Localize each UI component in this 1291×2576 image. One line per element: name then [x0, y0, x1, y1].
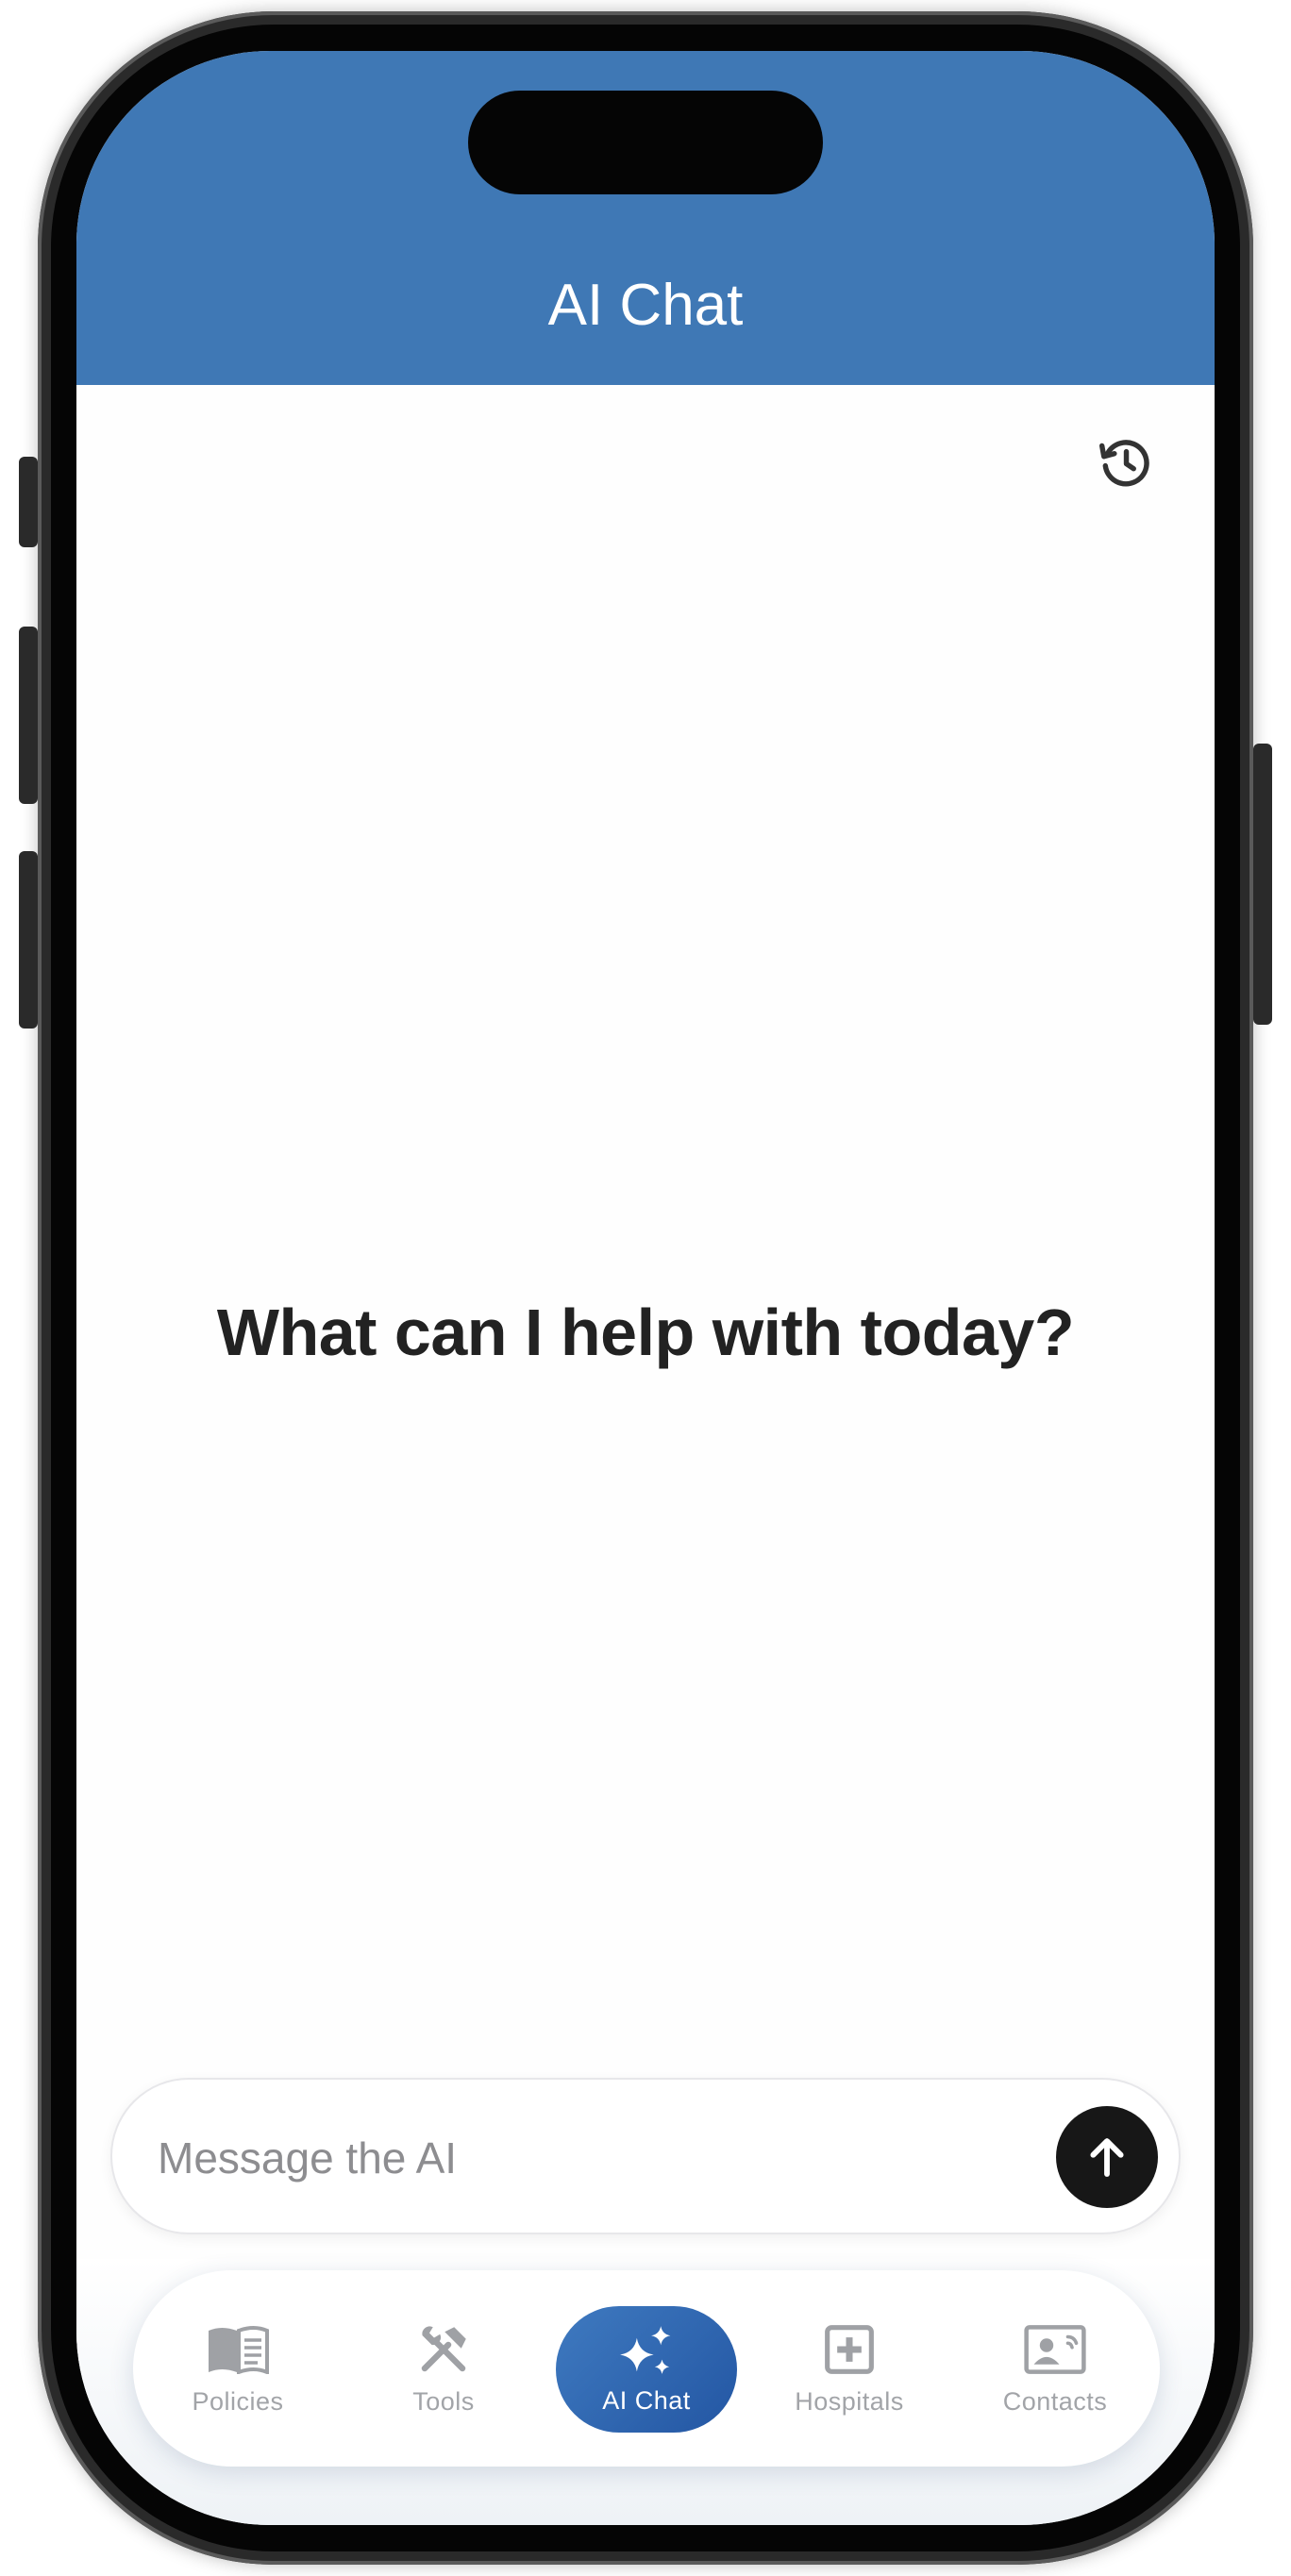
book-icon — [204, 2321, 272, 2378]
tab-label: Contacts — [1002, 2386, 1108, 2416]
tab-label: Tools — [412, 2386, 475, 2416]
history-icon — [1098, 440, 1149, 487]
medical-cross-icon — [815, 2321, 883, 2378]
tools-icon — [410, 2321, 478, 2378]
volume-up-button — [19, 627, 38, 804]
bottom-tab-bar: Policies Tools AI Chat Hospitals Contact… — [133, 2270, 1160, 2467]
tab-label: Policies — [192, 2386, 284, 2416]
arrow-up-icon — [1090, 2138, 1124, 2177]
history-button[interactable] — [1092, 428, 1160, 496]
contact-card-icon — [1021, 2321, 1089, 2378]
tab-contacts[interactable]: Contacts — [965, 2270, 1145, 2467]
sparkles-icon — [612, 2324, 680, 2381]
tab-label: AI Chat — [602, 2385, 691, 2415]
tab-ai-chat[interactable]: AI Chat — [556, 2306, 737, 2433]
tab-tools[interactable]: Tools — [354, 2270, 533, 2467]
page-title: AI Chat — [547, 273, 744, 338]
action-button — [19, 457, 38, 547]
message-input[interactable] — [156, 2117, 1009, 2199]
power-button — [1253, 744, 1272, 1025]
send-button[interactable] — [1056, 2106, 1158, 2208]
volume-down-button — [19, 851, 38, 1029]
tab-hospitals[interactable]: Hospitals — [760, 2270, 939, 2467]
message-composer — [110, 2078, 1181, 2234]
screen: AI Chat What can I help with today? Mess… — [76, 51, 1215, 2525]
tab-label: Hospitals — [795, 2386, 904, 2416]
tab-policies[interactable]: Policies — [148, 2270, 327, 2467]
dynamic-island — [468, 91, 823, 194]
welcome-prompt: What can I help with today? — [216, 1296, 1075, 1369]
